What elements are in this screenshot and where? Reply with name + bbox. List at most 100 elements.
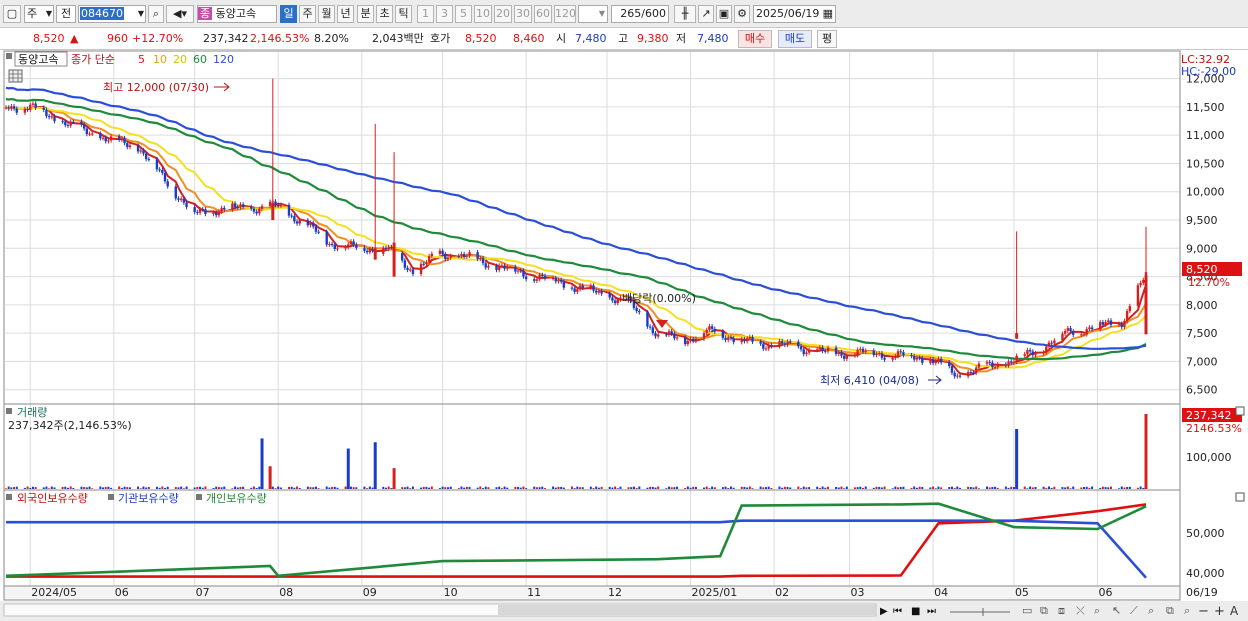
interval-120[interactable]: 120 — [554, 5, 576, 23]
volume-bar — [279, 487, 282, 489]
tab-period-tick[interactable]: 틱 — [395, 5, 412, 23]
scroll-end-icon[interactable]: ⏭ — [927, 606, 936, 617]
volume-bar — [236, 487, 239, 489]
candle-body — [764, 348, 768, 350]
tab-period-day[interactable]: 일 — [280, 5, 297, 23]
candle-body — [958, 375, 962, 377]
volume-bar — [1029, 486, 1032, 489]
zoom-in-icon[interactable]: + — [1214, 604, 1225, 619]
zoom-out-icon[interactable]: − — [1198, 604, 1209, 619]
volume-bar — [363, 486, 366, 489]
candle-body — [748, 336, 752, 339]
volume-bar — [1144, 413, 1148, 489]
candle-body — [818, 347, 822, 350]
panel-handle-icon[interactable] — [6, 408, 12, 414]
volume-bar — [932, 486, 935, 489]
candle-body — [721, 331, 725, 338]
candle-body — [287, 204, 291, 216]
candle-body — [581, 285, 584, 288]
scroll-start-icon[interactable]: ⏮ — [893, 606, 902, 617]
tab-period-minute[interactable]: 분 — [357, 5, 374, 23]
interval-1[interactable]: 1 — [417, 5, 434, 23]
sell-button[interactable]: 매도 — [778, 30, 812, 48]
search-icon[interactable]: ⌕ — [1184, 604, 1190, 617]
stock-name-field[interactable]: 종 동양고속 — [197, 5, 277, 23]
interval-5[interactable]: 5 — [455, 5, 472, 23]
candle-body — [1082, 334, 1086, 336]
volume-bar — [614, 486, 617, 489]
interval-3[interactable]: 3 — [436, 5, 453, 23]
data-count-input[interactable]: 265/600 — [611, 5, 669, 23]
panel-handle-icon[interactable] — [6, 494, 12, 500]
close-icon[interactable] — [1235, 492, 1245, 502]
arrow-icon[interactable]: ↖ — [1112, 604, 1121, 617]
tab-period-month[interactable]: 월 — [318, 5, 335, 23]
stop-icon[interactable]: ■ — [911, 606, 920, 617]
trend-icon[interactable]: ⟋ — [1130, 604, 1138, 617]
volume-bar — [627, 487, 630, 489]
interval-10[interactable]: 10 — [474, 5, 492, 23]
candle-body — [996, 364, 999, 368]
interval-20[interactable]: 20 — [494, 5, 512, 23]
time-axis-label: 12 — [608, 586, 622, 599]
volume-bar — [651, 486, 654, 489]
panel-handle-icon[interactable] — [6, 53, 12, 59]
eval-button[interactable]: 평 — [817, 30, 837, 48]
candle-body — [1072, 331, 1075, 335]
scroll-right-icon[interactable]: ▶ — [880, 606, 888, 617]
time-axis-label: 05 — [1015, 586, 1029, 599]
volume-bar — [61, 487, 64, 489]
candle-body — [260, 206, 264, 209]
volume-bar — [859, 486, 862, 489]
period-mode-select[interactable]: 주 ▼ — [24, 5, 54, 23]
copy-icon[interactable]: ⧉ — [1166, 604, 1174, 617]
interval-60[interactable]: 60 — [534, 5, 552, 23]
gear-icon[interactable]: ⚙ — [734, 5, 750, 23]
candle-body — [713, 328, 716, 332]
candle-body — [88, 133, 91, 135]
tab-period-year[interactable]: 년 — [337, 5, 354, 23]
window-icon[interactable]: ▭ — [1022, 604, 1032, 617]
interval-30[interactable]: 30 — [514, 5, 532, 23]
candle-body — [554, 278, 557, 282]
magnet-icon[interactable]: ⌕ — [1148, 604, 1154, 617]
search-icon[interactable]: ⌕ — [148, 5, 164, 23]
candle-spike-body — [392, 242, 396, 277]
speaker-icon[interactable]: ◀▾ — [166, 5, 194, 23]
draw-tool-icon[interactable]: ↗ — [698, 5, 714, 23]
tab-period-week[interactable]: 주 — [299, 5, 316, 23]
volume-bar — [703, 487, 706, 489]
candle-body — [902, 352, 905, 356]
save-icon[interactable]: ▣ — [716, 5, 732, 23]
dividend-marker-label: 배당락(0.00%) — [622, 292, 696, 305]
candle-type-icon[interactable]: ╫ — [674, 5, 696, 23]
font-size-icon[interactable]: A — [1230, 604, 1239, 618]
interval-custom-select[interactable]: ▼ — [578, 5, 608, 23]
tab-period-second[interactable]: 초 — [376, 5, 393, 23]
candle-body — [462, 254, 466, 257]
candle-body — [204, 209, 207, 214]
scrollbar-thumb[interactable] — [498, 605, 876, 615]
volume-bar — [751, 488, 754, 489]
volume-bar — [212, 487, 215, 489]
volume-bar — [910, 487, 913, 489]
stock-code-input[interactable]: 084670 ▼ — [78, 5, 146, 23]
buy-button[interactable]: 매수 — [738, 30, 772, 48]
volume-bar — [268, 466, 272, 489]
candle-body — [724, 337, 727, 341]
date-input[interactable]: 2025/06/19 ▦ — [753, 5, 836, 23]
candle-body — [484, 263, 487, 268]
candle-body — [144, 153, 148, 160]
table-icon[interactable] — [8, 69, 23, 83]
prev-button[interactable]: 전 — [56, 5, 76, 23]
layout-icon[interactable]: ▢ — [3, 5, 21, 23]
volume-bar — [554, 487, 557, 489]
volume-bar — [306, 486, 309, 489]
tile-icon[interactable]: ⧉ — [1040, 604, 1048, 617]
volume-bar — [654, 487, 657, 489]
cross-icon[interactable]: ⤬ — [1076, 604, 1085, 617]
volume-bar — [948, 487, 951, 489]
close-icon[interactable] — [1235, 406, 1245, 416]
zoom-icon[interactable]: ⌕ — [1094, 604, 1100, 617]
layout-icon[interactable]: ⧈ — [1058, 604, 1065, 617]
